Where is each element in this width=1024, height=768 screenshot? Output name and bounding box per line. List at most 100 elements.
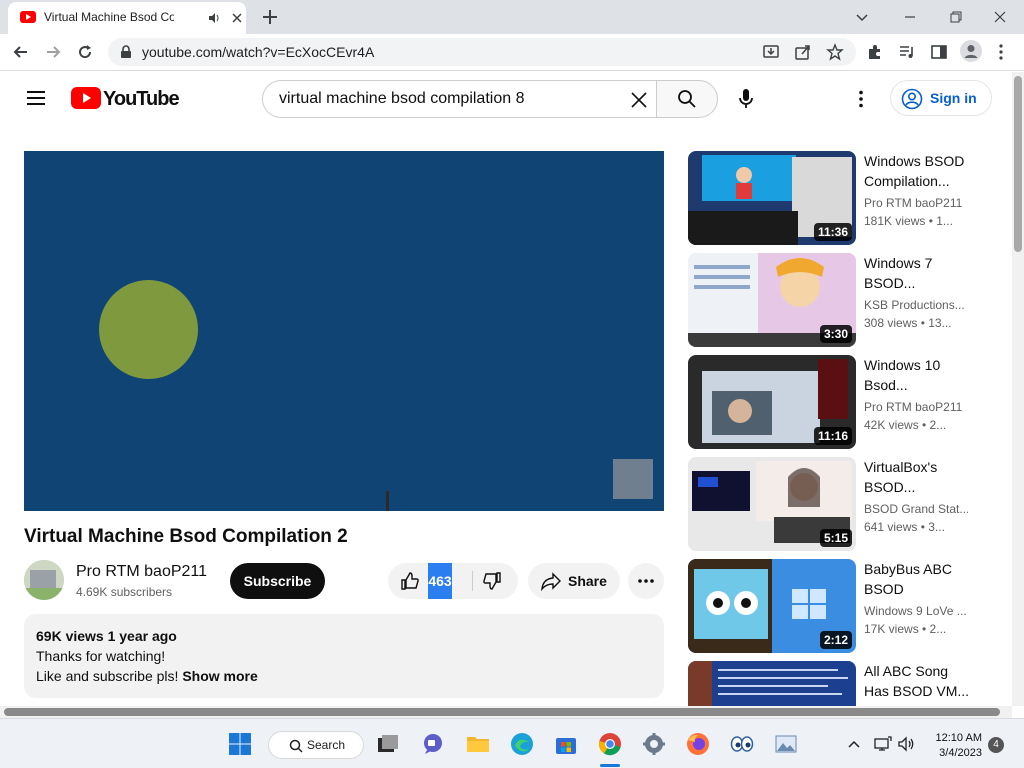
recommendation-thumbnail[interactable]: 11:36: [688, 151, 856, 245]
url-text[interactable]: youtube.com/watch?v=EcXocCEvr4A: [142, 44, 374, 60]
taskbar-search-box[interactable]: Search: [268, 731, 364, 759]
bookmark-star-icon[interactable]: [826, 43, 844, 61]
edge-browser-icon[interactable]: [510, 732, 534, 756]
dislike-thumb-down-icon[interactable]: [482, 571, 502, 591]
recommendation-item[interactable]: 3:30 Windows 7 BSOD... KSB Productions..…: [688, 253, 988, 347]
recommendation-views: 17K views • 2...: [864, 622, 947, 636]
subscribe-button[interactable]: Subscribe: [230, 563, 325, 599]
extensions-puzzle-icon[interactable]: [866, 43, 884, 61]
search-icon: [677, 89, 697, 109]
notification-count-badge[interactable]: 4: [988, 737, 1004, 753]
recommendation-title[interactable]: Windows BSOD Compilation...: [864, 151, 974, 191]
windows-taskbar: Search 12:10 AM 3/4/2023 4: [0, 718, 1024, 768]
recommendation-title[interactable]: BabyBus ABC BSOD: [864, 559, 974, 599]
tab-close-icon[interactable]: [230, 11, 244, 25]
media-control-icon[interactable]: [898, 43, 916, 61]
vertical-scrollbar-thumb[interactable]: [1014, 76, 1022, 252]
profile-avatar-icon[interactable]: [960, 40, 982, 62]
recommendation-title[interactable]: VirtualBox's BSOD...: [864, 457, 974, 497]
microsoft-store-icon[interactable]: [554, 732, 578, 756]
horizontal-scrollbar[interactable]: [0, 706, 1012, 718]
task-view-icon[interactable]: [376, 732, 400, 756]
new-tab-icon[interactable]: [260, 7, 280, 27]
recommendation-item[interactable]: All ABC Song Has BSOD VM...: [688, 661, 988, 706]
video-title: Virtual Machine Bsod Compilation 2: [24, 526, 348, 547]
volume-speaker-icon[interactable]: [898, 736, 916, 752]
recommendation-channel[interactable]: BSOD Grand Stat...: [864, 502, 968, 516]
recommendation-thumbnail[interactable]: 5:15: [688, 457, 856, 551]
chat-icon[interactable]: [421, 732, 445, 756]
sign-in-label: Sign in: [930, 90, 977, 106]
recommendation-title[interactable]: All ABC Song Has BSOD VM...: [864, 661, 974, 701]
like-count[interactable]: 463: [428, 563, 452, 599]
side-panel-icon[interactable]: [930, 43, 948, 61]
recommendation-title[interactable]: Windows 10 Bsod...: [864, 355, 974, 395]
channel-name[interactable]: Pro RTM baoP211: [76, 563, 207, 581]
recommendation-channel[interactable]: Pro RTM baoP211: [864, 196, 968, 210]
audio-playing-icon[interactable]: [208, 11, 222, 25]
clear-search-icon[interactable]: [629, 90, 649, 110]
chrome-browser-icon[interactable]: [598, 732, 622, 756]
back-arrow-icon[interactable]: [12, 43, 30, 61]
lock-icon[interactable]: [120, 45, 132, 59]
sign-in-button[interactable]: Sign in: [890, 80, 992, 116]
eyes-app-icon[interactable]: [730, 732, 754, 756]
install-app-icon[interactable]: [762, 43, 780, 61]
search-button[interactable]: [656, 80, 718, 118]
description-line-2: Like and subscribe pls! Show more: [36, 668, 258, 684]
recommendation-item[interactable]: 2:12 BabyBus ABC BSOD Windows 9 LoVe ...…: [688, 559, 988, 653]
share-page-icon[interactable]: [794, 43, 812, 61]
browser-tab[interactable]: Virtual Machine Bsod Compilation 2 - You…: [8, 2, 246, 34]
more-actions-button[interactable]: [628, 563, 664, 599]
recommendation-thumbnail[interactable]: 2:12: [688, 559, 856, 653]
search-box[interactable]: virtual machine bsod compilation 8: [262, 80, 656, 118]
image-viewer-icon[interactable]: [774, 732, 798, 756]
video-player[interactable]: [24, 151, 664, 511]
horizontal-scrollbar-thumb[interactable]: [4, 708, 1000, 716]
recommendation-title[interactable]: Windows 7 BSOD...: [864, 253, 974, 293]
recommendation-channel[interactable]: Windows 9 LoVe ...: [864, 604, 968, 618]
vertical-scrollbar[interactable]: [1012, 72, 1024, 706]
taskbar-search-label: Search: [307, 738, 346, 752]
recommendation-thumbnail[interactable]: 11:16: [688, 355, 856, 449]
firefox-icon[interactable]: [686, 732, 710, 756]
tab-search-chevron-down-icon[interactable]: [852, 7, 872, 27]
recommendation-channel[interactable]: Pro RTM baoP211: [864, 400, 968, 414]
reload-icon[interactable]: [76, 43, 94, 61]
settings-gear-icon[interactable]: [642, 732, 666, 756]
search-input[interactable]: virtual machine bsod compilation 8: [279, 90, 524, 108]
recommendation-item[interactable]: 5:15 VirtualBox's BSOD... BSOD Grand Sta…: [688, 457, 988, 551]
share-button[interactable]: Share: [528, 563, 620, 599]
forward-arrow-icon[interactable]: [44, 43, 62, 61]
restore-icon[interactable]: [946, 7, 966, 27]
close-window-icon[interactable]: [990, 7, 1010, 27]
browser-menu-icon[interactable]: [996, 43, 1006, 61]
settings-more-icon[interactable]: [856, 90, 866, 108]
hamburger-menu-icon[interactable]: [26, 90, 46, 106]
recommendation-thumbnail[interactable]: 3:30: [688, 253, 856, 347]
recommendation-channel[interactable]: KSB Productions...: [864, 298, 968, 312]
minimize-icon[interactable]: [900, 7, 920, 27]
file-explorer-icon[interactable]: [466, 732, 490, 756]
show-hidden-icons-chevron-up-icon[interactable]: [846, 737, 862, 751]
duration-badge: 3:30: [819, 325, 852, 343]
description-box[interactable]: 69K views 1 year ago Thanks for watching…: [24, 614, 664, 698]
show-more-link[interactable]: Show more: [182, 668, 257, 684]
video-green-circle: [99, 280, 198, 379]
duration-badge: 5:15: [819, 529, 852, 547]
recommendation-item[interactable]: 11:16 Windows 10 Bsod... Pro RTM baoP211…: [688, 355, 988, 449]
recommendation-thumbnail[interactable]: [688, 661, 856, 706]
voice-search-microphone-icon[interactable]: [738, 88, 754, 110]
channel-watermark[interactable]: [613, 459, 653, 499]
like-thumb-up-icon[interactable]: [400, 571, 420, 591]
tab-title: Virtual Machine Bsod Compilation 2 - You…: [44, 10, 174, 24]
youtube-logo[interactable]: YouTube: [71, 86, 180, 112]
system-clock[interactable]: 12:10 AM 3/4/2023: [930, 731, 982, 761]
address-bar[interactable]: youtube.com/watch?v=EcXocCEvr4A: [108, 38, 856, 66]
network-icon[interactable]: [874, 736, 892, 752]
more-horizontal-icon: [637, 578, 655, 584]
channel-avatar[interactable]: [24, 560, 64, 600]
share-arrow-icon: [540, 571, 562, 591]
windows-start-icon[interactable]: [228, 732, 252, 756]
recommendation-item[interactable]: 11:36 Windows BSOD Compilation... Pro RT…: [688, 151, 988, 245]
